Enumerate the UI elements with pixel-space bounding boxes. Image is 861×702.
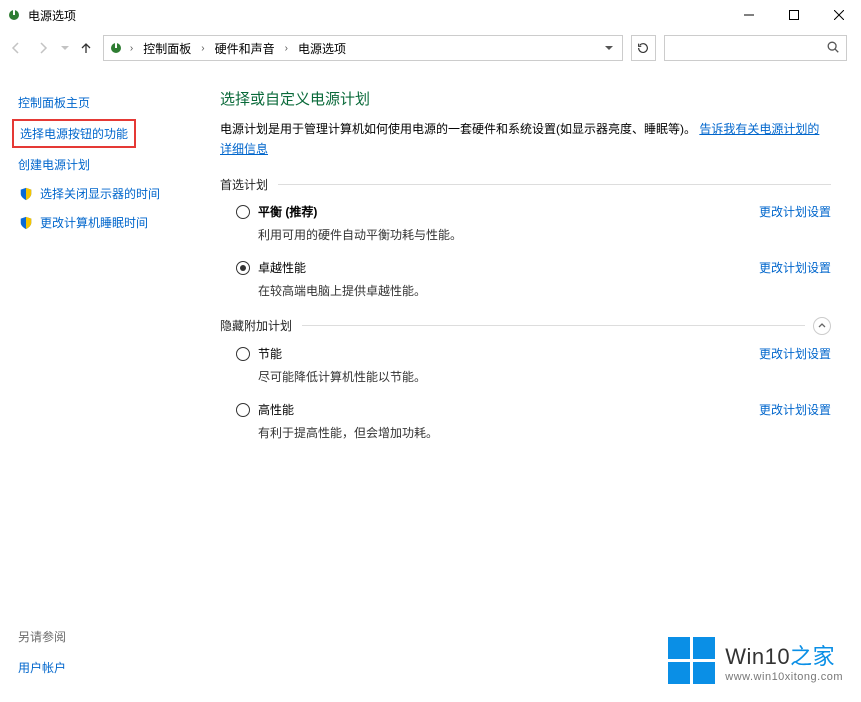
plan-description: 在较高端电脑上提供卓越性能。	[258, 282, 426, 299]
sidebar-display-off-link[interactable]: 选择关闭显示器的时间	[18, 179, 200, 208]
sidebar-item-label: 更改计算机睡眠时间	[40, 214, 148, 231]
watermark-url: www.win10xitong.com	[725, 671, 843, 683]
search-box[interactable]	[664, 35, 847, 61]
group-title-hidden: 隐藏附加计划	[220, 317, 292, 334]
description-text: 电源计划是用于管理计算机如何使用电源的一套硬件和系统设置(如显示器亮度、睡眠等)…	[220, 122, 696, 136]
power-plan-row: 卓越性能 在较高端电脑上提供卓越性能。 更改计划设置	[220, 259, 831, 299]
nav-recent-dropdown[interactable]	[58, 34, 72, 62]
watermark-brand: Win10之家	[725, 639, 843, 671]
change-plan-link[interactable]: 更改计划设置	[759, 259, 831, 276]
nav-back-button[interactable]	[4, 34, 29, 62]
plan-title[interactable]: 高性能	[258, 401, 438, 418]
search-icon[interactable]	[826, 40, 840, 57]
breadcrumb-mid[interactable]: 硬件和声音	[211, 38, 279, 59]
see-also-label: 另请参阅	[18, 628, 66, 653]
plan-title[interactable]: 节能	[258, 345, 426, 362]
nav-up-button[interactable]	[74, 34, 99, 62]
chevron-right-icon: ›	[201, 43, 204, 54]
power-plan-row: 高性能 有利于提高性能，但会增加功耗。 更改计划设置	[220, 401, 831, 441]
group-title-preferred: 首选计划	[220, 176, 268, 193]
windows-logo-icon	[668, 637, 715, 684]
plan-title[interactable]: 卓越性能	[258, 259, 426, 276]
collapse-toggle-button[interactable]	[813, 317, 831, 335]
sidebar-create-plan-link[interactable]: 创建电源计划	[18, 150, 200, 179]
shield-icon	[18, 186, 34, 202]
plan-radio[interactable]	[236, 205, 250, 219]
plan-radio[interactable]	[236, 261, 250, 275]
chevron-right-icon: ›	[130, 43, 133, 54]
sidebar-home-link[interactable]: 控制面板主页	[18, 88, 200, 117]
sidebar-sleep-time-link[interactable]: 更改计算机睡眠时间	[18, 208, 200, 237]
change-plan-link[interactable]: 更改计划设置	[759, 345, 831, 362]
breadcrumb-leaf[interactable]: 电源选项	[294, 38, 350, 59]
divider	[302, 325, 805, 326]
page-heading: 选择或自定义电源计划	[220, 88, 831, 109]
plan-description: 有利于提高性能，但会增加功耗。	[258, 424, 438, 441]
page-description: 电源计划是用于管理计算机如何使用电源的一套硬件和系统设置(如显示器亮度、睡眠等)…	[220, 119, 831, 160]
plan-radio[interactable]	[236, 347, 250, 361]
chevron-right-icon: ›	[285, 43, 288, 54]
address-icon	[108, 40, 124, 56]
annotation-highlight: 选择电源按钮的功能	[12, 119, 136, 148]
sidebar-user-accounts-link[interactable]: 用户帐户	[18, 653, 66, 682]
address-dropdown-button[interactable]	[600, 37, 618, 59]
refresh-button[interactable]	[631, 35, 656, 61]
sidebar-item-label: 选择关闭显示器的时间	[40, 185, 160, 202]
window-title: 电源选项	[28, 7, 76, 24]
minimize-button[interactable]	[726, 1, 771, 29]
address-bar[interactable]: › 控制面板 › 硬件和声音 › 电源选项	[103, 35, 623, 61]
change-plan-link[interactable]: 更改计划设置	[759, 203, 831, 220]
sidebar-choose-button-link[interactable]: 选择电源按钮的功能	[20, 123, 128, 144]
plan-radio[interactable]	[236, 403, 250, 417]
change-plan-link[interactable]: 更改计划设置	[759, 401, 831, 418]
nav-forward-button[interactable]	[31, 34, 56, 62]
divider	[278, 184, 831, 185]
app-icon	[6, 7, 22, 23]
shield-icon	[18, 215, 34, 231]
plan-description: 尽可能降低计算机性能以节能。	[258, 368, 426, 385]
watermark: Win10之家 www.win10xitong.com	[668, 637, 843, 684]
breadcrumb-root[interactable]: 控制面板	[139, 38, 195, 59]
power-plan-row: 平衡 (推荐) 利用可用的硬件自动平衡功耗与性能。 更改计划设置	[220, 203, 831, 243]
search-input[interactable]	[671, 41, 826, 55]
maximize-button[interactable]	[771, 1, 816, 29]
plan-title[interactable]: 平衡 (推荐)	[258, 203, 462, 220]
close-button[interactable]	[816, 1, 861, 29]
plan-description: 利用可用的硬件自动平衡功耗与性能。	[258, 226, 462, 243]
power-plan-row: 节能 尽可能降低计算机性能以节能。 更改计划设置	[220, 345, 831, 385]
